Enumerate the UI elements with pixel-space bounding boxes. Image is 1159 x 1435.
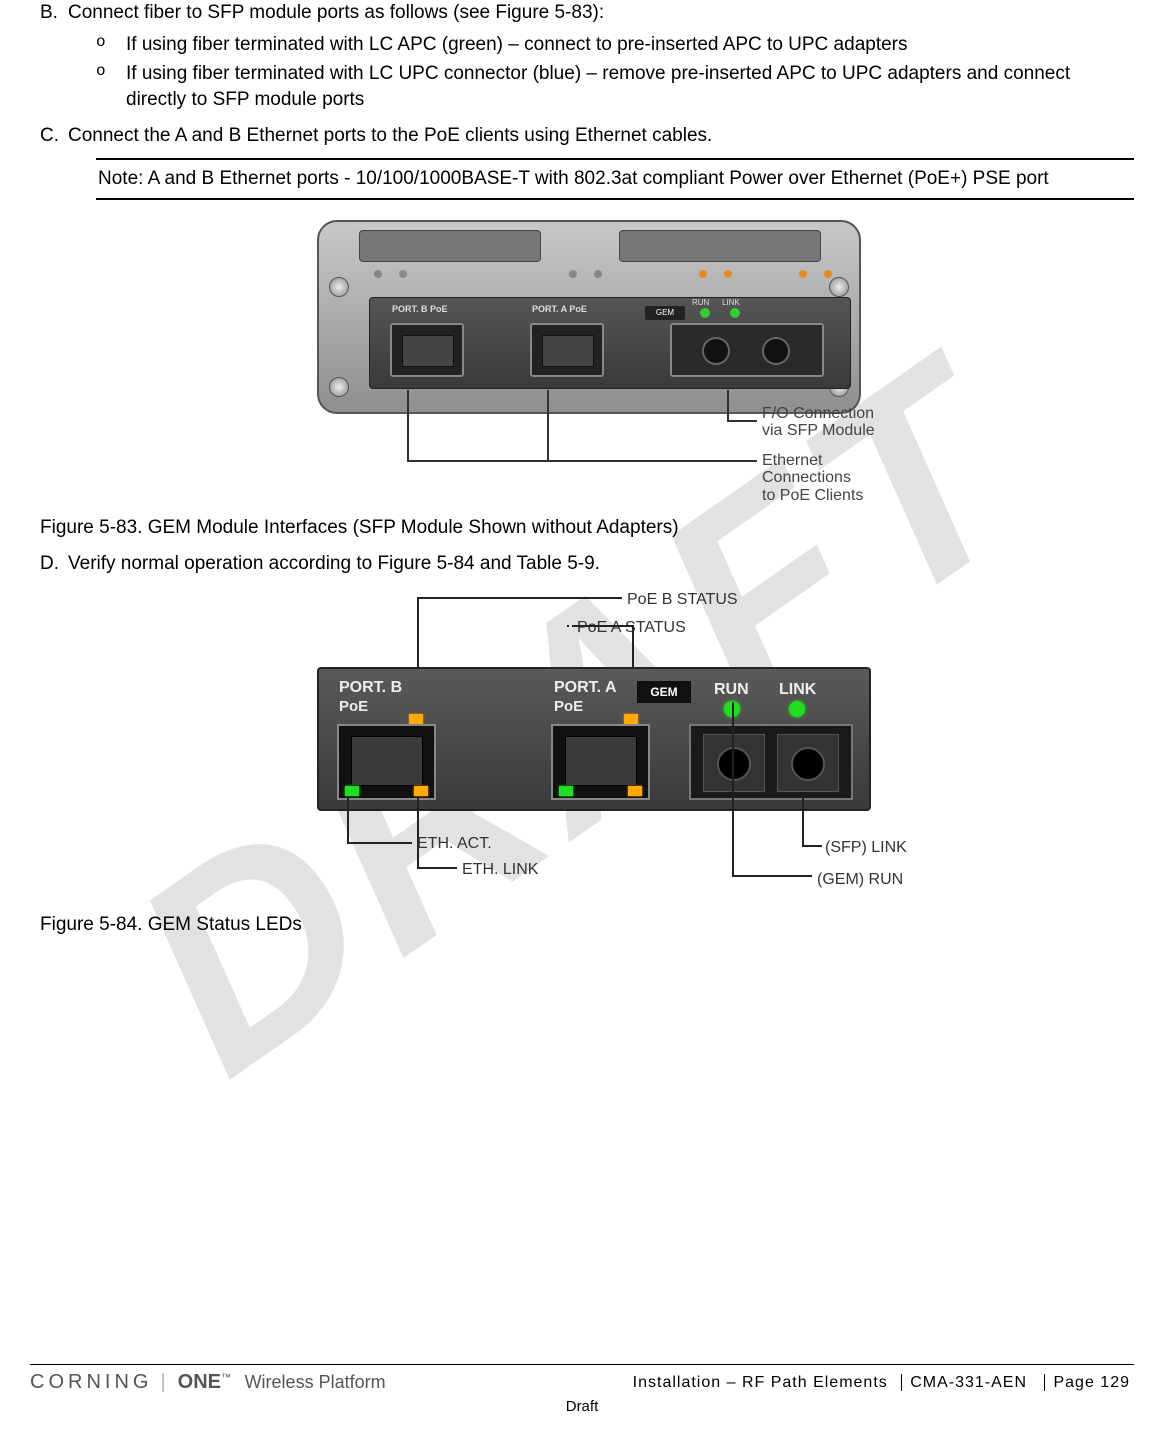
fig83-annot-eth: Ethernet Connections to PoE Clients <box>762 452 877 505</box>
step-b-sub2: If using fiber terminated with LC UPC co… <box>96 61 1134 112</box>
page-footer: CORNING|ONE™ Wireless Platform Installat… <box>30 1364 1134 1415</box>
fig84-poeb-label: PoE <box>339 697 368 717</box>
fig83-porta-label: PORT. A PoE <box>532 303 587 315</box>
fig84-porta-label: PORT. A <box>554 677 617 699</box>
fig84-annot-ethlink: ETH. LINK <box>462 859 538 881</box>
fig84-gem-chip: GEM <box>637 681 691 703</box>
fig83-annot-fo: F/O Connection via SFP Module <box>762 405 875 440</box>
step-d-letter: D. <box>40 551 59 577</box>
fig84-annot-sfplink: (SFP) LINK <box>825 837 907 859</box>
step-c: C. Connect the A and B Ethernet ports to… <box>40 123 1134 200</box>
step-b-sub1: If using fiber terminated with LC APC (g… <box>96 32 1134 58</box>
step-b-text: Connect fiber to SFP module ports as fol… <box>68 2 604 23</box>
fig84-annot-ethact: ETH. ACT. <box>417 833 492 855</box>
fig84-annot-gemrun: (GEM) RUN <box>817 869 903 891</box>
step-c-text: Connect the A and B Ethernet ports to th… <box>68 125 712 146</box>
fig84-link-label: LINK <box>779 679 816 701</box>
note-box: Note: A and B Ethernet ports - 10/100/10… <box>96 158 1134 200</box>
fig84-portb-label: PORT. B <box>339 677 402 699</box>
fig83-run-label: RUN <box>692 298 709 309</box>
step-d-text: Verify normal operation according to Fig… <box>68 553 600 574</box>
fig83-portb-label: PORT. B PoE <box>392 303 448 315</box>
fig84-run-label: RUN <box>714 679 749 701</box>
figure-84-graphic: PoE B STATUS PoE A STATUS PORT. B PORT. … <box>257 587 917 897</box>
step-b-letter: B. <box>40 0 58 26</box>
fig84-annot-poeb: PoE B STATUS <box>627 589 738 611</box>
fig83-link-label: LINK <box>722 298 740 309</box>
step-d: D. Verify normal operation according to … <box>40 551 1134 577</box>
note-text: Note: A and B Ethernet ports - 10/100/10… <box>98 168 1049 189</box>
footer-meta: Installation – RF Path Elements CMA-331-… <box>633 1374 1134 1392</box>
figure-83-graphic: PORT. B PoE PORT. A PoE GEM RUN LINK <box>297 220 877 500</box>
step-c-letter: C. <box>40 123 59 149</box>
step-b: B. Connect fiber to SFP module ports as … <box>40 0 1134 113</box>
figure-83-caption: Figure 5-83. GEM Module Interfaces (SFP … <box>40 515 1134 541</box>
fig83-gem-chip: GEM <box>645 306 685 320</box>
brand-logo: CORNING|ONE™ Wireless Platform <box>30 1371 386 1394</box>
footer-draft: Draft <box>30 1398 1134 1415</box>
fig84-poea-label: PoE <box>554 697 583 717</box>
figure-84-caption: Figure 5-84. GEM Status LEDs <box>40 912 1134 938</box>
